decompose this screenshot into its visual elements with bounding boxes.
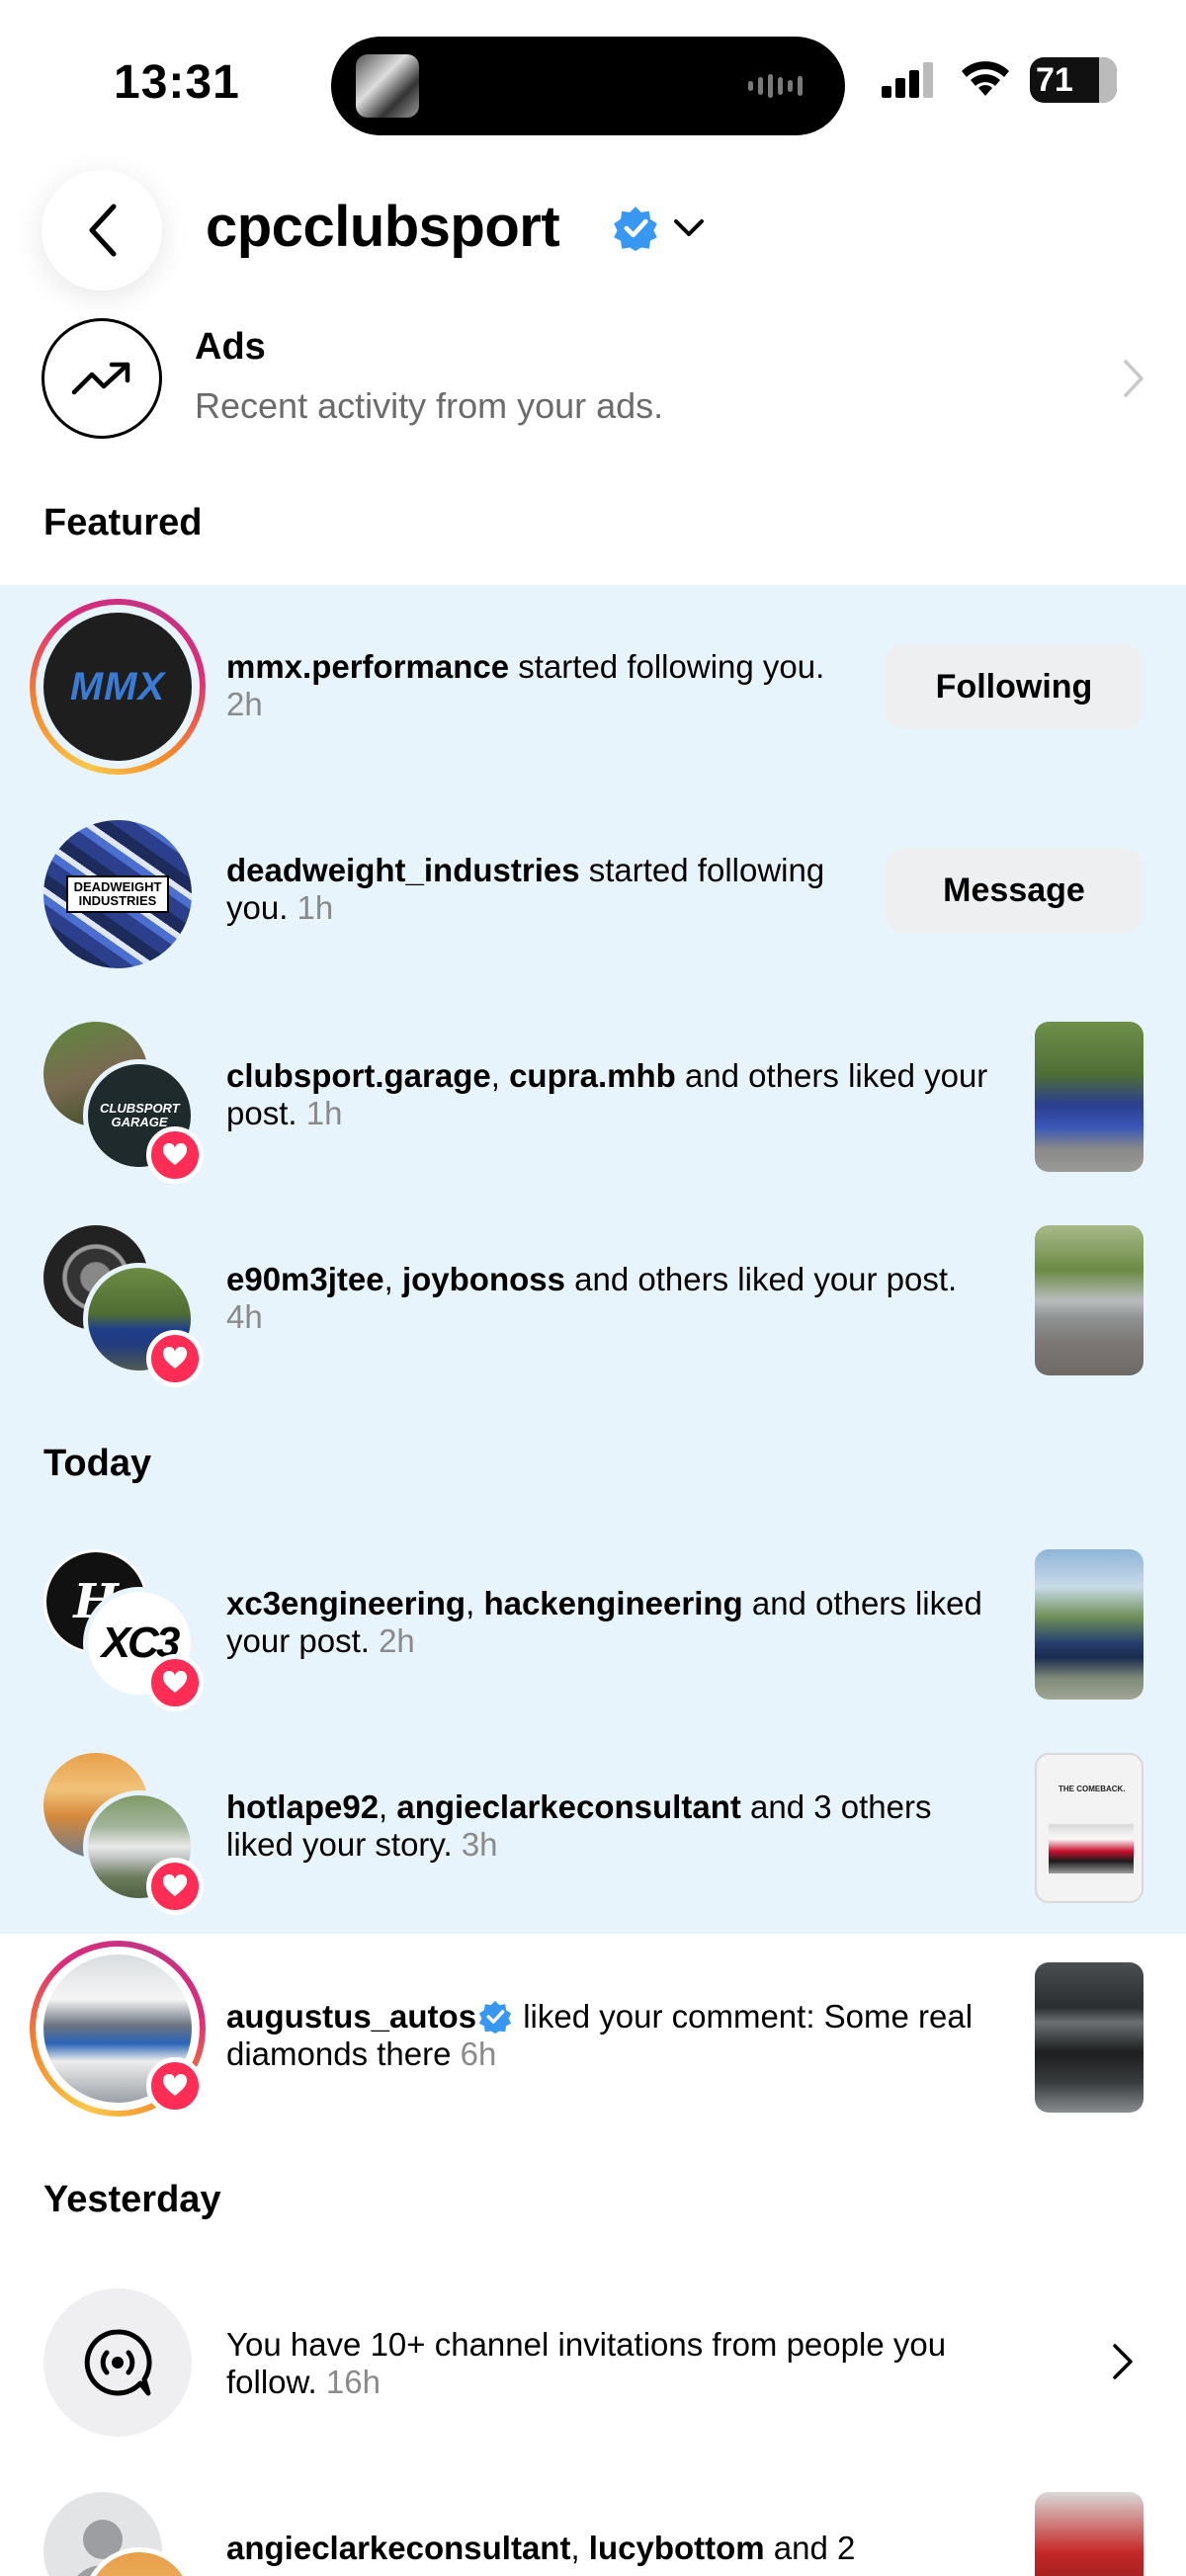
post-thumbnail[interactable] xyxy=(1035,2492,1144,2576)
timestamp: 3h xyxy=(461,1826,498,1863)
notification-row[interactable]: H XC3 xc3engineering, hackengineering an… xyxy=(0,1528,1186,1715)
battery-level: 71 xyxy=(1036,60,1073,99)
section-featured: Featured xyxy=(43,502,203,543)
notification-row[interactable]: You have 10+ channel invitations from pe… xyxy=(0,2263,1186,2451)
message-button[interactable]: Message xyxy=(886,848,1143,933)
wifi-icon xyxy=(962,61,1009,96)
avatar-logo-text: MMX xyxy=(69,664,166,708)
username[interactable]: lucybottom xyxy=(589,2530,765,2566)
username[interactable]: hackengineering xyxy=(483,1585,742,1621)
status-icons: 71 xyxy=(882,57,1117,103)
heart-icon xyxy=(146,1654,204,1711)
post-thumbnail[interactable] xyxy=(1035,1549,1144,1700)
notification-text: augustus_autos liked your comment: Some … xyxy=(226,1998,974,2072)
notification-text: angieclarkeconsultant, lucybottom and 2 xyxy=(226,2530,856,2566)
timestamp: 2h xyxy=(379,1622,415,1659)
notification-row[interactable]: e90m3jtee, joybonoss and others liked yo… xyxy=(0,1204,1186,1391)
notification-text: deadweight_industries started following … xyxy=(226,852,825,926)
timestamp: 16h xyxy=(325,2364,381,2400)
notification-text: hotlape92, angieclarkeconsultant and 3 o… xyxy=(226,1788,932,1863)
story-thumbnail[interactable]: THE COMEBACK. xyxy=(1035,1753,1144,1903)
heart-icon xyxy=(146,1126,204,1184)
story-headline: THE COMEBACK. xyxy=(1059,1785,1126,1793)
username[interactable]: joybonoss xyxy=(402,1261,565,1297)
verified-badge-icon xyxy=(614,207,657,251)
account-name[interactable]: cpcclubsport xyxy=(206,194,560,260)
audio-wave-icon xyxy=(748,74,807,98)
notification-row[interactable]: angieclarkeconsultant, lucybottom and 2 xyxy=(0,2466,1186,2576)
timestamp: 2h xyxy=(226,686,263,722)
avatar-logo-text: CLUBSPORT GARAGE xyxy=(100,1101,180,1129)
chevron-right-icon[interactable] xyxy=(1111,2342,1135,2381)
notification-row[interactable]: hotlape92, angieclarkeconsultant and 3 o… xyxy=(0,1731,1186,1919)
username[interactable]: e90m3jtee xyxy=(226,1261,384,1297)
ads-subtitle: Recent activity from your ads. xyxy=(195,385,664,426)
notification-row[interactable]: DEADWEIGHT INDUSTRIES deadweight_industr… xyxy=(0,796,1186,984)
heart-icon xyxy=(146,1330,204,1387)
username[interactable]: hotlape92 xyxy=(226,1788,379,1825)
broadcast-channel-icon xyxy=(43,2288,192,2437)
status-bar: 13:31 71 xyxy=(0,0,1186,168)
avatar-logo-text: DEADWEIGHT INDUSTRIES xyxy=(73,879,162,908)
section-yesterday: Yesterday xyxy=(43,2179,221,2220)
post-thumbnail[interactable] xyxy=(1035,1022,1144,1172)
chevron-right-icon[interactable] xyxy=(1121,358,1146,399)
cellular-signal-icon xyxy=(882,62,933,98)
notification-text: mmx.performance started following you. 2… xyxy=(226,648,825,722)
username[interactable]: mmx.performance xyxy=(226,648,509,685)
username[interactable]: clubsport.garage xyxy=(226,1057,491,1094)
now-playing-thumbnail xyxy=(356,54,419,118)
notification-text: e90m3jtee, joybonoss and others liked yo… xyxy=(226,1261,958,1335)
following-button[interactable]: Following xyxy=(886,644,1143,729)
chevron-down-icon[interactable] xyxy=(672,215,706,241)
battery-icon: 71 xyxy=(1030,57,1117,103)
verified-badge-icon xyxy=(478,2000,512,2034)
username[interactable]: angieclarkeconsultant xyxy=(226,2530,570,2566)
status-time: 13:31 xyxy=(114,56,240,109)
post-thumbnail[interactable] xyxy=(1035,1225,1144,1375)
timestamp: 1h xyxy=(305,1095,343,1131)
chevron-left-icon xyxy=(89,204,117,257)
heart-icon xyxy=(146,1858,204,1915)
ads-title[interactable]: Ads xyxy=(195,326,266,369)
heart-icon xyxy=(146,2057,204,2115)
section-today: Today xyxy=(43,1443,152,1484)
username[interactable]: augustus_autos xyxy=(226,1998,476,2035)
notification-row[interactable]: MMX mmx.performance started following yo… xyxy=(0,593,1186,781)
username[interactable]: cupra.mhb xyxy=(509,1057,676,1094)
username[interactable]: angieclarkeconsultant xyxy=(396,1788,740,1825)
username[interactable]: xc3engineering xyxy=(226,1585,466,1621)
avatar[interactable]: DEADWEIGHT INDUSTRIES xyxy=(43,820,192,968)
trending-up-icon[interactable] xyxy=(42,318,162,439)
timestamp: 6h xyxy=(460,2036,497,2072)
avatar[interactable]: MMX xyxy=(43,613,192,761)
username[interactable]: deadweight_industries xyxy=(226,852,580,888)
notification-row[interactable]: augustus_autos liked your comment: Some … xyxy=(0,1935,1186,2122)
notification-text: clubsport.garage, cupra.mhb and others l… xyxy=(226,1057,988,1131)
dynamic-island[interactable] xyxy=(331,37,845,135)
back-button[interactable] xyxy=(42,170,162,291)
timestamp: 4h xyxy=(226,1298,263,1335)
timestamp: 1h xyxy=(296,889,334,926)
post-thumbnail[interactable] xyxy=(1035,1962,1144,2113)
notification-text: xc3engineering, hackengineering and othe… xyxy=(226,1585,982,1659)
notification-row[interactable]: CLUBSPORT GARAGE clubsport.garage, cupra… xyxy=(0,1000,1186,1188)
notification-text: You have 10+ channel invitations from pe… xyxy=(226,2326,947,2400)
